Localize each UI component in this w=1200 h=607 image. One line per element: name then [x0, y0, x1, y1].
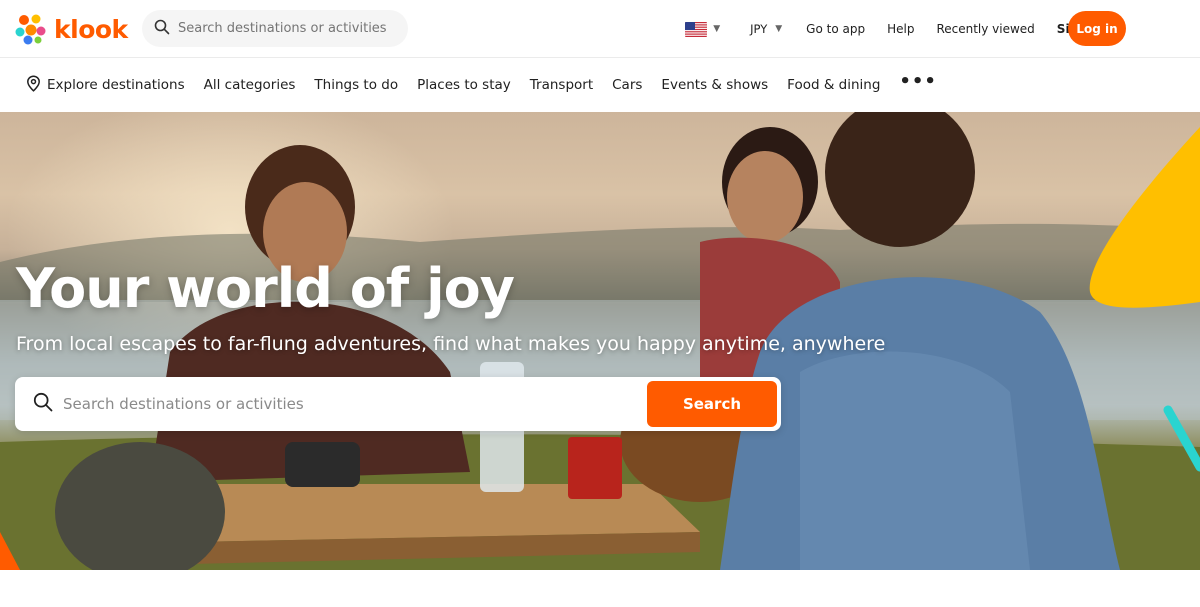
klook-logo-icon	[14, 12, 48, 46]
klook-logo[interactable]: klook	[14, 12, 128, 46]
hero-search-button[interactable]: Search	[647, 381, 777, 427]
hero-banner: Your world of joy From local escapes to …	[0, 112, 1200, 570]
more-dots-icon[interactable]: •••	[899, 73, 937, 91]
category-nav: Explore destinations All categories Thin…	[0, 58, 1200, 112]
explore-destinations-link[interactable]: Explore destinations	[26, 74, 185, 96]
log-in-button[interactable]: Log in	[1068, 11, 1126, 46]
hero-title: Your world of joy	[16, 257, 515, 320]
hero-search-box[interactable]: Search	[15, 377, 781, 431]
help-link[interactable]: Help	[887, 22, 914, 36]
nav-all-categories[interactable]: All categories	[204, 77, 296, 93]
top-header: klook ▼	[0, 0, 1200, 58]
nav-places-to-stay[interactable]: Places to stay	[417, 77, 511, 93]
hero-search-input[interactable]	[63, 395, 633, 413]
search-icon	[154, 19, 170, 39]
nav-food-dining[interactable]: Food & dining	[787, 77, 880, 93]
nav-transport[interactable]: Transport	[530, 77, 593, 93]
header-search-input[interactable]	[178, 21, 398, 36]
language-selector[interactable]: ▼	[685, 21, 721, 37]
map-pin-icon	[26, 74, 41, 96]
go-to-app-link[interactable]: Go to app	[806, 22, 865, 36]
chevron-down-icon: ▼	[775, 24, 783, 34]
page-body-start	[0, 570, 1200, 607]
chevron-down-icon: ▼	[713, 24, 721, 34]
recently-viewed-link[interactable]: Recently viewed	[936, 22, 1034, 36]
currency-label: JPY	[750, 22, 768, 36]
currency-selector[interactable]: JPY ▼	[750, 22, 782, 36]
nav-things-to-do[interactable]: Things to do	[314, 77, 398, 93]
explore-destinations-label: Explore destinations	[47, 77, 185, 93]
header-search-box[interactable]	[142, 10, 408, 47]
search-icon	[33, 392, 53, 416]
hero-subtitle: From local escapes to far-flung adventur…	[16, 333, 886, 355]
nav-events-shows[interactable]: Events & shows	[661, 77, 768, 93]
nav-cars[interactable]: Cars	[612, 77, 642, 93]
logo-wordmark: klook	[54, 14, 128, 44]
us-flag-icon	[685, 21, 708, 37]
header-actions: ▼ JPY ▼ Go to app Help Recently viewed S…	[685, 11, 1126, 47]
